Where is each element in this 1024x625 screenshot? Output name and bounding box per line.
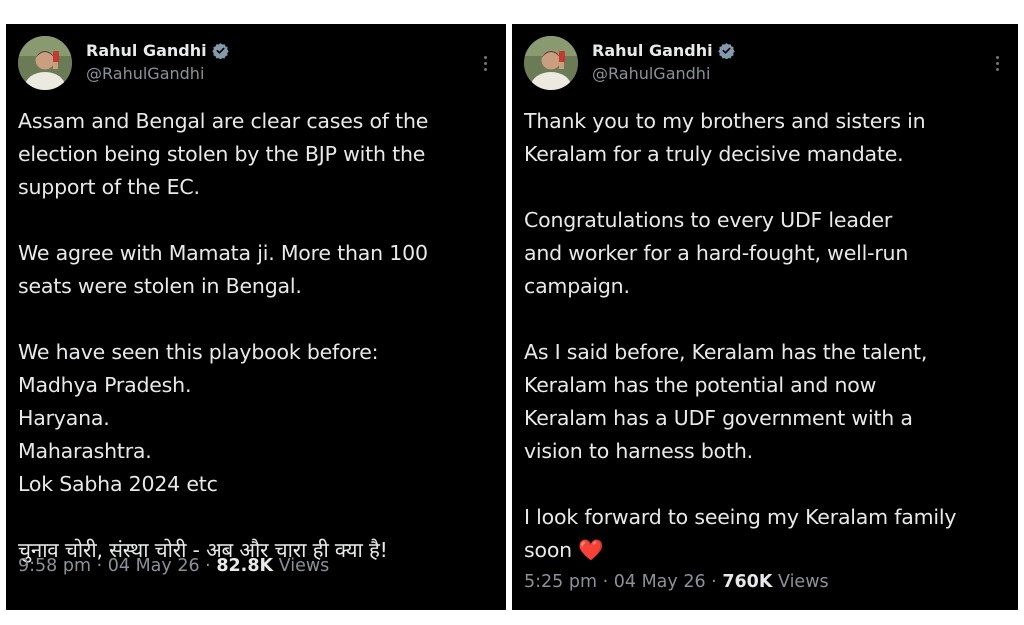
tweet-line: vision to harness both. [524,439,753,463]
tweet-line-last: soon ❤️ [524,534,1008,567]
author-name[interactable]: Rahul Gandhi [86,41,207,60]
tweet-card-right: Rahul Gandhi @RahulGandhi Thank you to m… [512,24,1018,610]
more-options-icon[interactable] [994,56,1000,74]
tweet-line: campaign. [524,274,630,298]
tweet-meta: 5:25 pm · 04 May 26 · 760K Views [524,572,829,592]
tweet-line: Keralam has the potential and now [524,373,877,397]
author-name[interactable]: Rahul Gandhi [592,41,713,60]
tweet-line: Congratulations to every UDF leader [524,208,893,232]
tweet-line: seats were stolen in Bengal. [18,274,302,298]
tweet-line: Keralam has a UDF government with a [524,406,913,430]
tweet-date[interactable]: 04 May 26 [108,556,200,576]
tweet-time[interactable]: 9:58 pm [18,556,91,576]
tweet-line: As I said before, Keralam has the talent… [524,340,928,364]
tweet-line: support of the EC. [18,175,200,199]
tweet-line-text: soon [524,538,572,562]
views-count[interactable]: 760K [722,572,772,592]
tweet-line: Keralam for a truly decisive mandate. [524,142,904,166]
tweet-line: Maharashtra. [18,439,152,463]
tweet-line: Assam and Bengal are clear cases of the [18,109,429,133]
tweet-line: Thank you to my brothers and sisters in [524,109,926,133]
tweet-line: Haryana. [18,406,110,430]
more-options-icon[interactable] [482,56,488,74]
author-handle[interactable]: @RahulGandhi [86,64,229,83]
tweet-line: and worker for a hard-fought, well-run [524,241,909,265]
tweet-line: Lok Sabha 2024 etc [18,472,218,496]
author-block: Rahul Gandhi @RahulGandhi [592,39,735,83]
verified-badge-icon [211,42,229,59]
tweet-line: Madhya Pradesh. [18,373,192,397]
author-handle[interactable]: @RahulGandhi [592,64,735,83]
author-block: Rahul Gandhi @RahulGandhi [86,39,229,83]
tweet-line: We agree with Mamata ji. More than 100 [18,241,428,265]
views-label: Views [278,556,330,576]
tweet-meta: 9:58 pm · 04 May 26 · 82.8K Views [18,556,330,576]
avatar[interactable] [18,36,72,90]
screenshot-collage: Rahul Gandhi @RahulGandhi Assam and Beng… [0,0,1024,625]
tweet-line: I look forward to seeing my Keralam fami… [524,505,957,529]
tweet-header: Rahul Gandhi @RahulGandhi [18,36,494,92]
tweet-text: Thank you to my brothers and sisters in … [524,105,1008,567]
tweet-date[interactable]: 04 May 26 [614,572,706,592]
verified-badge-icon [717,42,735,59]
tweet-card-left: Rahul Gandhi @RahulGandhi Assam and Beng… [6,24,506,610]
tweet-header: Rahul Gandhi @RahulGandhi [524,36,1006,92]
tweet-line: We have seen this playbook before: [18,340,379,364]
tweet-line: election being stolen by the BJP with th… [18,142,426,166]
tweet-text: Assam and Bengal are clear cases of the … [18,105,496,567]
red-heart-icon: ❤️ [578,538,604,562]
tweet-time[interactable]: 5:25 pm [524,572,597,592]
views-label: Views [777,572,829,592]
views-count[interactable]: 82.8K [216,556,273,576]
avatar[interactable] [524,36,578,90]
